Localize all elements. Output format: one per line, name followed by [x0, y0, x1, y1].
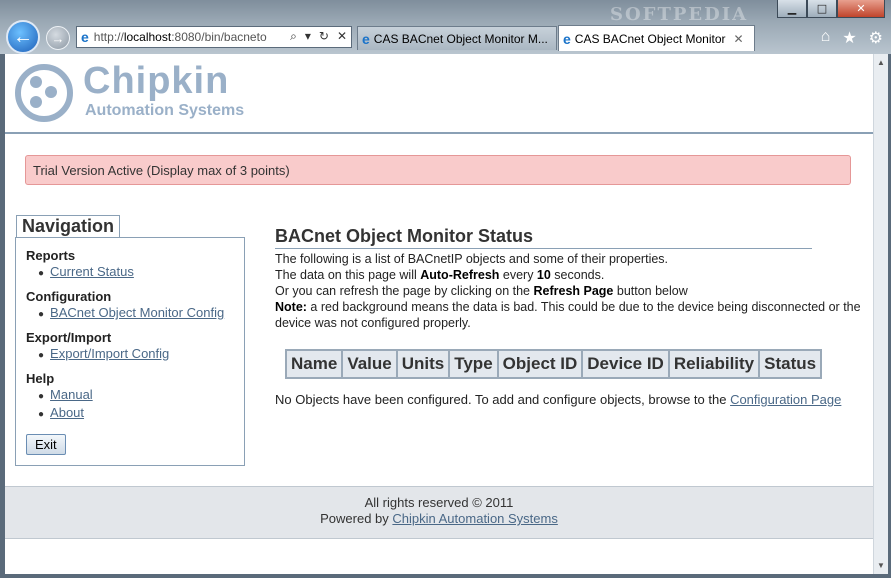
- tab-label: CAS BACnet Object Monitor: [574, 31, 726, 46]
- chipkin-link[interactable]: Chipkin Automation Systems: [392, 511, 557, 526]
- page-footer: All rights reserved © 2011 Powered by Ch…: [5, 486, 873, 539]
- column-header: Units: [395, 349, 451, 379]
- powered-by: Powered by Chipkin Automation Systems: [320, 511, 558, 526]
- column-header: Type: [448, 349, 499, 379]
- watermark: SOFTPEDIA: [610, 4, 749, 25]
- address-bar[interactable]: e http://localhost:8080/bin/bacneto ⌕ ▾ …: [76, 26, 352, 48]
- vertical-scrollbar[interactable]: ▲ ▼: [873, 54, 888, 574]
- main-content: BACnet Object Monitor Status The followi…: [275, 226, 870, 407]
- search-icon[interactable]: ⌕: [290, 29, 297, 44]
- window-controls: ▁ □ ✕: [777, 0, 885, 18]
- column-header: Value: [341, 349, 398, 379]
- logo-mark: [15, 64, 73, 122]
- bullet-icon: ●: [38, 309, 45, 320]
- minimize-button[interactable]: ▁: [777, 0, 807, 18]
- description: The following is a list of BACnetIP obje…: [275, 251, 870, 331]
- nav-heading: Configuration: [26, 289, 112, 304]
- desc-line-1: The following is a list of BACnetIP obje…: [275, 252, 669, 266]
- about-link[interactable]: About: [50, 405, 84, 420]
- exit-button[interactable]: Exit: [26, 434, 66, 455]
- ie-tab-icon: e: [362, 30, 370, 47]
- stop-icon[interactable]: ✕: [337, 29, 347, 44]
- dropdown-icon[interactable]: ▾: [305, 29, 311, 44]
- ie-tab-icon: e: [563, 30, 571, 47]
- page-viewport: Chipkin Automation Systems Trial Version…: [5, 54, 873, 574]
- nav-heading: Help: [26, 371, 55, 386]
- export-import-link[interactable]: Export/Import Config: [50, 346, 169, 361]
- logo-subtitle: Automation Systems: [85, 102, 245, 119]
- nav-section-configuration: Configuration ● BACnet Object Monitor Con…: [26, 289, 234, 323]
- manual-link[interactable]: Manual: [50, 387, 93, 402]
- no-objects-message: No Objects have been configured. To add …: [275, 392, 842, 407]
- tab-bacnet-monitor-1[interactable]: e CAS BACnet Object Monitor M...: [357, 26, 557, 50]
- maximize-button[interactable]: □: [807, 0, 837, 18]
- ie-page-icon: e: [81, 29, 89, 45]
- arrow-right-icon: →: [51, 30, 65, 46]
- nav-heading: Reports: [26, 248, 76, 263]
- forward-button[interactable]: →: [46, 26, 70, 50]
- page-title: BACnet Object Monitor Status: [275, 226, 812, 249]
- scroll-down-icon[interactable]: ▼: [877, 561, 885, 570]
- site-header: Chipkin Automation Systems: [5, 54, 873, 134]
- bullet-icon: ●: [38, 391, 45, 402]
- nav-section-help: Help ● Manual ● About: [26, 371, 234, 423]
- home-icon[interactable]: ⌂: [821, 28, 831, 48]
- browser-toolbar: ⌂ ★ ⚙: [821, 28, 883, 48]
- back-button[interactable]: ←: [6, 20, 40, 54]
- bullet-icon: ●: [38, 350, 45, 361]
- column-header: Name: [284, 349, 344, 379]
- desc-line-3: Or you can refresh the page by clicking …: [275, 284, 688, 298]
- nav-heading: Export/Import: [26, 330, 112, 345]
- desc-line-2: The data on this page will Auto-Refresh …: [275, 268, 605, 282]
- address-tools: ⌕ ▾ ↻ ✕: [287, 29, 347, 44]
- browser-chrome: SOFTPEDIA ▁ □ ✕ ← → e http://localhost:8…: [0, 0, 891, 54]
- configuration-page-link[interactable]: Configuration Page: [730, 392, 841, 407]
- desc-note: Note: a red background means the data is…: [275, 300, 861, 330]
- tab-bacnet-monitor-2[interactable]: e CAS BACnet Object Monitor ✕: [558, 25, 755, 51]
- nav-section-export-import: Export/Import ● Export/Import Config: [26, 330, 234, 364]
- bullet-icon: ●: [38, 268, 45, 279]
- column-header: Object ID: [496, 349, 584, 379]
- logo-title: Chipkin: [83, 60, 230, 102]
- tab-label: CAS BACnet Object Monitor M...: [373, 31, 548, 46]
- close-window-button[interactable]: ✕: [837, 0, 885, 18]
- current-status-link[interactable]: Current Status: [50, 264, 134, 279]
- scroll-up-icon[interactable]: ▲: [877, 58, 885, 67]
- arrow-left-icon: ←: [13, 25, 33, 48]
- navigation-title: Navigation: [16, 215, 121, 237]
- column-header: Status: [758, 349, 823, 379]
- url-rest: :8080/bin/bacneto: [171, 30, 267, 44]
- bacnet-config-link[interactable]: BACnet Object Monitor Config: [50, 305, 224, 320]
- favorites-star-icon[interactable]: ★: [842, 28, 856, 48]
- navigation-panel: Reports ● Current Status Configuration ● B…: [15, 237, 245, 466]
- nav-section-reports: Reports ● Current Status: [26, 248, 234, 282]
- copyright-text: All rights reserved © 2011: [364, 495, 514, 510]
- column-header: Device ID: [581, 349, 670, 379]
- logo-dot: [45, 86, 57, 98]
- url-host: localhost: [123, 30, 172, 44]
- column-header: Reliability: [667, 349, 761, 379]
- refresh-icon[interactable]: ↻: [319, 29, 329, 44]
- table-header-row: Name Value Units Type Object ID Device I…: [284, 349, 823, 379]
- logo-dot: [30, 76, 42, 88]
- objects-table: Name Value Units Type Object ID Device I…: [284, 349, 823, 379]
- close-tab-icon[interactable]: ✕: [734, 32, 744, 46]
- trial-banner: Trial Version Active (Display max of 3 p…: [25, 155, 851, 185]
- gear-icon[interactable]: ⚙: [869, 28, 883, 48]
- logo-dot: [30, 96, 42, 108]
- bullet-icon: ●: [38, 409, 45, 420]
- url-prefix: http://: [93, 30, 124, 44]
